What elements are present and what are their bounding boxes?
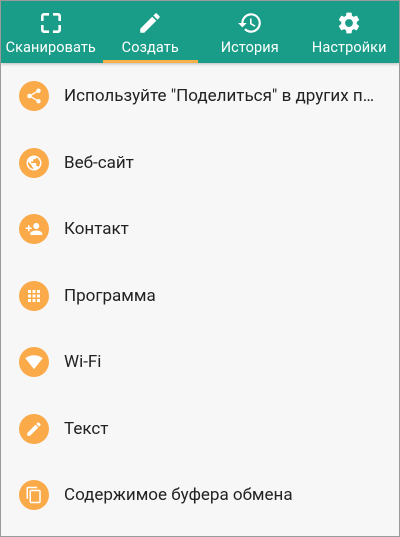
scan-frame-icon bbox=[40, 13, 61, 33]
list-item-label: Контакт bbox=[64, 219, 129, 240]
list-item-text[interactable]: Текст bbox=[1, 396, 399, 463]
app-window: Сканировать Создать История Настройки Ис… bbox=[0, 0, 400, 537]
tab-create[interactable]: Создать bbox=[101, 1, 201, 63]
gear-icon bbox=[339, 12, 360, 34]
tab-history-label: История bbox=[220, 39, 279, 56]
list-item-label: Wi-Fi bbox=[64, 352, 102, 373]
list-item-wifi[interactable]: Wi-Fi bbox=[1, 329, 399, 396]
list-item-clipboard[interactable]: Содержимое буфера обмена bbox=[1, 462, 399, 529]
tab-settings[interactable]: Настройки bbox=[300, 1, 400, 63]
list-item-share[interactable]: Используйте "Поделиться" в других прилож… bbox=[1, 63, 399, 130]
top-tab-bar: Сканировать Создать История Настройки bbox=[1, 1, 399, 63]
tab-history[interactable]: История bbox=[200, 1, 300, 63]
tab-scan-label: Сканировать bbox=[5, 39, 96, 56]
list-item-label: Текст bbox=[64, 418, 109, 439]
apps-grid-icon bbox=[19, 280, 49, 311]
globe-icon bbox=[19, 147, 49, 178]
wifi-icon bbox=[19, 347, 49, 378]
list-item-label: Содержимое буфера обмена bbox=[64, 485, 293, 506]
tab-settings-label: Настройки bbox=[311, 39, 387, 56]
history-icon bbox=[237, 13, 261, 33]
list-item-contact[interactable]: Контакт bbox=[1, 196, 399, 263]
tab-scan[interactable]: Сканировать bbox=[1, 1, 101, 63]
create-options-list: Используйте "Поделиться" в других прилож… bbox=[1, 63, 399, 529]
list-item-label: Программа bbox=[64, 285, 156, 306]
add-contact-icon bbox=[19, 214, 49, 245]
list-item-label: Веб-сайт bbox=[64, 152, 134, 173]
pencil-icon bbox=[140, 13, 161, 33]
pencil-icon bbox=[19, 413, 49, 444]
list-item-label: Используйте "Поделиться" в других прилож… bbox=[64, 86, 375, 107]
list-item-app[interactable]: Программа bbox=[1, 263, 399, 330]
list-item-website[interactable]: Веб-сайт bbox=[1, 130, 399, 197]
clipboard-copy-icon bbox=[19, 480, 49, 511]
tab-create-label: Создать bbox=[121, 39, 179, 56]
share-icon bbox=[19, 81, 49, 112]
